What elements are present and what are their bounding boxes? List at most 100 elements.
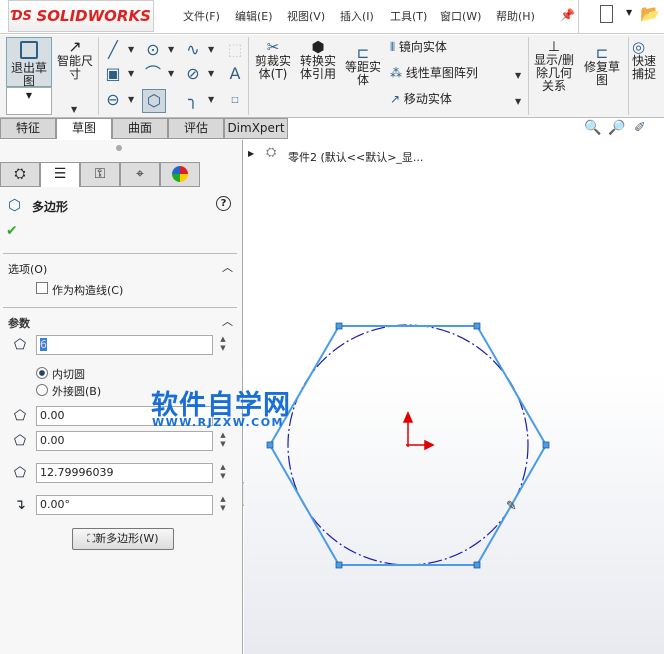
tab-dimxpert[interactable]: DimXpert — [224, 118, 288, 139]
offset-entities-button[interactable]: ⊏ 等距实体 — [342, 46, 384, 87]
menu-edit[interactable]: 编辑(E) — [235, 8, 273, 24]
tab-features[interactable]: 特征 — [0, 118, 56, 139]
chevron-down-icon[interactable]: ▼ — [626, 8, 632, 17]
move-icon: ↗ — [390, 92, 401, 106]
center-y-icon: ⬠ — [13, 433, 27, 449]
crosshair-icon: ⌖ — [136, 166, 144, 182]
circle-icon[interactable]: ⊙ — [144, 41, 162, 59]
watermark-url: WWW.RJZXW.COM — [152, 416, 284, 429]
collapse-icon[interactable]: ︿ — [222, 259, 233, 275]
menu-window[interactable]: 窗口(W) — [440, 8, 481, 24]
sketch-svg[interactable]: ✎ — [244, 140, 664, 654]
repair-sketch-button[interactable]: ⊏ 修复草图 — [580, 46, 624, 87]
point-icon[interactable]: □ — [226, 91, 244, 109]
command-manager: 退出草图 ▼ ↗ 智能尺寸 ▼ ╱ ▼ ⊙ ▼ ∿ ▼ ⬚ ▣ ▼ ⌒ ▼ ⊘ ▼ A ⊖ ▼ … — [0, 35, 664, 118]
config-icon: ⚿ — [94, 166, 106, 182]
splitter-handle[interactable] — [116, 145, 122, 151]
pin-icon[interactable]: 📌 — [560, 8, 575, 22]
center-y-stepper[interactable]: ▲ ▼ — [217, 431, 229, 451]
label: 新多边形(W) — [95, 532, 159, 545]
label: 修复草图 — [584, 60, 621, 87]
logo-text: SOLIDWORKS — [36, 7, 151, 25]
angle-input[interactable]: 0.00° — [36, 495, 213, 515]
label: 转换实体引用 — [299, 54, 336, 81]
dimxpert-tab[interactable]: ⌖ — [120, 162, 160, 187]
ok-checkmark-icon[interactable]: ✔ — [6, 223, 18, 239]
label: 线性草图阵列 — [405, 66, 478, 80]
tab-evaluate[interactable]: 评估 — [168, 118, 224, 139]
label: 剪裁实体(T) — [254, 54, 291, 81]
angle-stepper[interactable]: ▲ ▼ — [217, 495, 229, 515]
diameter-input[interactable]: 12.79996039 — [36, 463, 213, 483]
menu-view[interactable]: 视图(V) — [287, 8, 325, 24]
solidworks-logo: ƊS SOLIDWORKS — [8, 0, 154, 32]
menu-help[interactable]: 帮助(H) — [496, 8, 535, 24]
help-icon[interactable]: ? — [216, 196, 231, 211]
sides-stepper[interactable]: ▲ ▼ — [217, 335, 229, 355]
exit-sketch-dropdown[interactable]: ▼ — [6, 87, 52, 115]
grid-icon[interactable]: ⬚ — [226, 41, 244, 59]
fillet-icon[interactable]: ╮ — [184, 91, 202, 109]
tab-sketch[interactable]: 草图 — [56, 118, 112, 139]
menu-insert[interactable]: 插入(I) — [340, 8, 374, 24]
chevron-down-icon[interactable]: ▼ — [71, 105, 77, 114]
tab-surfaces[interactable]: 曲面 — [112, 118, 168, 139]
cursor-icon: ✎ — [506, 499, 517, 514]
options-header[interactable]: 选项(O) — [8, 261, 47, 277]
new-document-icon[interactable] — [600, 5, 613, 23]
sides-input[interactable]: 6 — [36, 335, 213, 355]
title-bar: ƊS SOLIDWORKS 文件(F) 编辑(E) 视图(V) 插入(I) 工具… — [0, 0, 664, 34]
line-icon[interactable]: ╱ — [104, 41, 122, 59]
circumscribed-radio[interactable] — [36, 384, 48, 396]
smart-dimension-button[interactable]: ↗ 智能尺寸 — [54, 39, 96, 81]
move-entities-button[interactable]: ↗ 移动实体 — [390, 93, 452, 106]
label: 智能尺寸 — [56, 54, 93, 81]
parameters-header[interactable]: 参数 — [8, 315, 30, 331]
angle-icon: ↴ — [14, 497, 26, 513]
exit-sketch-button[interactable]: 退出草图 — [6, 37, 52, 88]
convert-entities-button[interactable]: ⬢ 转换实体引用 — [297, 40, 339, 81]
zoom-to-area-icon[interactable]: 🔎 — [608, 120, 625, 136]
label: 退出草图 — [10, 61, 47, 88]
label: 快速捕捉 — [632, 54, 657, 81]
center-y-input[interactable]: 0.00 — [36, 431, 213, 451]
part-icon: ⛭ — [14, 166, 26, 182]
label: 镜向实体 — [398, 40, 447, 54]
collapse-icon[interactable]: ︿ — [222, 313, 233, 329]
ellipse-icon[interactable]: ⊘ — [184, 65, 202, 83]
mirror-entities-button[interactable]: ⫴ 镜向实体 — [390, 41, 447, 54]
construction-checkbox[interactable] — [36, 282, 48, 294]
open-folder-icon[interactable]: 📂 — [640, 4, 660, 23]
rectangle-icon[interactable]: ▣ — [104, 65, 122, 83]
previous-view-icon[interactable]: ✐ — [634, 120, 646, 136]
inscribed-label: 内切圆 — [52, 368, 85, 381]
configuration-tab[interactable]: ⚿ — [80, 162, 120, 187]
quick-snaps-button[interactable]: ◎ 快速捕捉 — [632, 41, 664, 81]
feature-tree-tab[interactable]: ⛭ — [0, 162, 40, 187]
inscribed-radio[interactable] — [36, 367, 48, 379]
property-manager-tab[interactable]: ☰ — [40, 162, 80, 187]
display-manager-tab[interactable] — [160, 162, 200, 187]
polygon-tool-icon: ⛶ — [87, 532, 96, 545]
menu-file[interactable]: 文件(F) — [183, 8, 220, 24]
graphics-area[interactable]: ▶ ⛭ 零件2 (默认<<默认>_显... ✎ — [244, 140, 664, 654]
diameter-stepper[interactable]: ▲ ▼ — [217, 463, 229, 483]
center-x-icon: ⬠ — [13, 408, 27, 424]
show-relations-button[interactable]: ⊥ 显示/删除几何关系 — [531, 40, 577, 93]
list-icon: ☰ — [53, 166, 67, 182]
zoom-to-fit-icon[interactable]: 🔍 — [584, 120, 601, 136]
polygon-icon[interactable]: ⬡ — [142, 89, 166, 113]
new-polygon-button[interactable]: ⛶新多边形(W) — [72, 528, 174, 550]
linear-pattern-button[interactable]: ⁂ 线性草图阵列 — [390, 67, 478, 80]
circumscribed-label: 外接圆(B) — [52, 385, 102, 398]
trim-button[interactable]: ✂ 剪裁实体(T) — [252, 40, 294, 81]
arc-icon[interactable]: ⌒ — [144, 65, 162, 83]
construction-label: 作为构造线(C) — [52, 284, 124, 297]
spline-icon[interactable]: ∿ — [184, 41, 202, 59]
panel-title: 多边形 — [32, 200, 69, 214]
slot-icon[interactable]: ⊖ — [104, 91, 122, 109]
text-icon[interactable]: A — [226, 65, 244, 83]
label: 显示/删除几何关系 — [533, 53, 575, 93]
menu-tools[interactable]: 工具(T) — [390, 8, 427, 24]
polygon-icon: ⬡ — [8, 196, 22, 214]
